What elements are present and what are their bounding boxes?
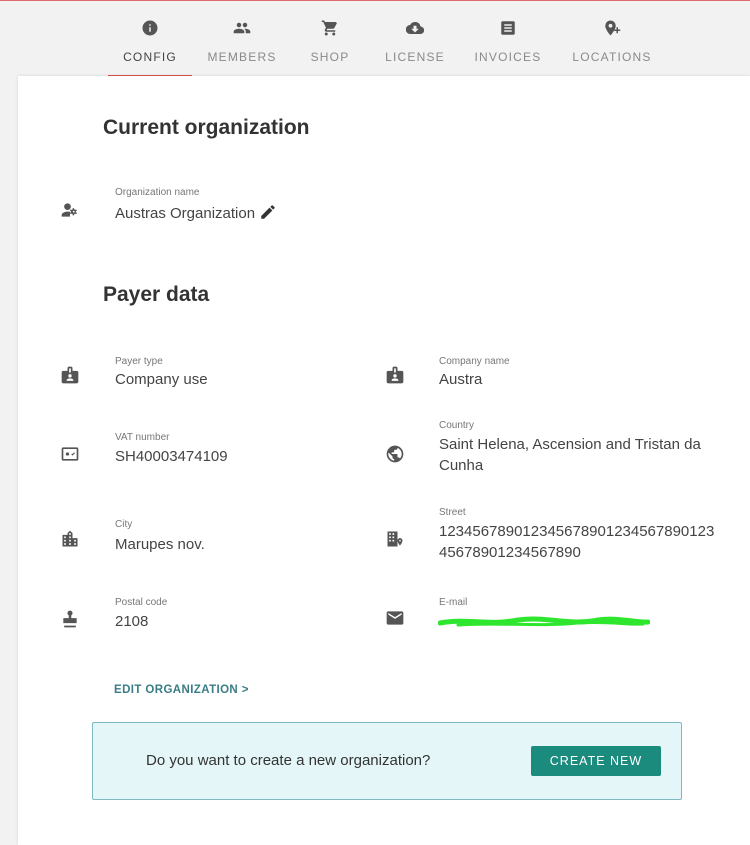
config-card: Current organization Organization name A… <box>18 76 750 845</box>
payer-data-heading: Payer data <box>103 283 210 306</box>
current-organization-heading: Current organization <box>103 116 310 139</box>
edit-pencil-icon[interactable] <box>259 203 277 227</box>
tab-invoices-label: INVOICES <box>474 50 542 64</box>
organization-name-value: Austras Organization <box>115 205 256 222</box>
payer-type-value: Company use <box>115 371 208 388</box>
tab-locations-label: LOCATIONS <box>572 50 652 64</box>
stamp-icon <box>60 609 80 634</box>
person-settings-icon <box>60 200 82 222</box>
info-icon <box>108 19 192 39</box>
city-label: City <box>115 519 133 530</box>
street-building-icon <box>385 529 405 554</box>
street-label: Street <box>439 507 466 518</box>
email-label: E-mail <box>439 597 468 608</box>
create-new-button[interactable]: CREATE NEW <box>531 746 661 776</box>
street-value: 123456789012345678901234567890123 456789… <box>439 521 714 563</box>
postal-code-value: 2108 <box>115 613 149 630</box>
tab-locations[interactable]: LOCATIONS <box>568 19 656 77</box>
country-label: Country <box>439 420 475 431</box>
tab-license[interactable]: LICENSE <box>380 19 450 77</box>
add-location-icon <box>568 19 656 39</box>
company-name-value: Austra <box>439 371 483 388</box>
vat-card-icon <box>60 444 80 469</box>
globe-icon <box>385 444 405 469</box>
cloud-download-icon <box>380 19 450 39</box>
edit-organization-link[interactable]: EDIT ORGANIZATION > <box>114 684 249 696</box>
create-organization-question: Do you want to create a new organization… <box>146 752 431 769</box>
country-value: Saint Helena, Ascension and Tristan da C… <box>439 434 701 476</box>
tab-license-label: LICENSE <box>385 50 445 64</box>
payer-type-label: Payer type <box>115 356 163 367</box>
tab-shop[interactable]: SHOP <box>300 19 360 77</box>
organization-name-label: Organization name <box>115 187 200 198</box>
company-name-label: Company name <box>439 356 510 367</box>
tab-members[interactable]: MEMBERS <box>200 19 284 77</box>
create-organization-callout: Do you want to create a new organization… <box>92 722 682 800</box>
email-redaction-scribble <box>438 616 650 627</box>
badge-icon <box>60 365 80 390</box>
tab-config[interactable]: CONFIG <box>108 19 192 77</box>
street-value-line2: 45678901234567890 <box>439 544 581 561</box>
country-value-line2: Cunha <box>439 457 484 474</box>
street-value-line1: 123456789012345678901234567890123 <box>439 523 715 540</box>
tab-members-label: MEMBERS <box>207 50 277 64</box>
tab-config-label: CONFIG <box>123 50 177 64</box>
tab-shop-label: SHOP <box>310 50 350 64</box>
cart-icon <box>300 19 360 39</box>
company-badge-icon <box>385 365 405 390</box>
vat-number-value: SH40003474109 <box>115 448 228 465</box>
city-icon <box>60 529 80 554</box>
country-value-line1: Saint Helena, Ascension and Tristan da <box>439 436 701 453</box>
mail-icon <box>385 608 405 633</box>
invoice-icon <box>468 19 548 39</box>
postal-code-label: Postal code <box>115 597 168 608</box>
tab-invoices[interactable]: INVOICES <box>468 19 548 77</box>
city-value: Marupes nov. <box>115 536 205 553</box>
members-icon <box>200 19 284 39</box>
tab-bar: CONFIG MEMBERS SHOP LICENSE INVOICES LOC… <box>0 1 750 77</box>
vat-number-label: VAT number <box>115 432 170 443</box>
